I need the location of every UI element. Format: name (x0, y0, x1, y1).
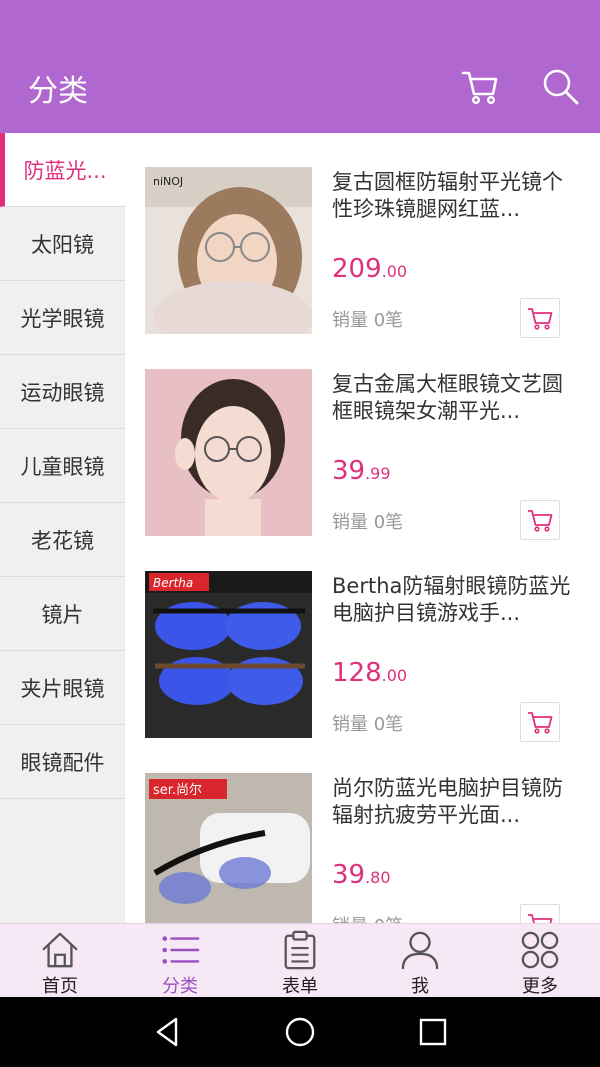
product-name[interactable]: 复古圆框防辐射平光镜个性珍珠镜腿网红蓝... (332, 169, 572, 223)
cart-icon (528, 914, 553, 923)
product-sales: 销量 0笔 (332, 912, 403, 923)
tab-more[interactable]: 更多 (480, 924, 600, 998)
product-price: 39.80 (332, 860, 391, 890)
product-price: 209.00 (332, 254, 408, 284)
product-card[interactable]: Bertha Bertha防辐射眼镜防蓝光电脑护目镜游戏手... 128.00 … (125, 537, 600, 742)
app-header: 分类 (0, 0, 600, 133)
product-name[interactable]: Bertha防辐射眼镜防蓝光电脑护目镜游戏手... (332, 573, 572, 627)
product-image[interactable]: Bertha (145, 571, 312, 738)
sidebar-item-kids-glasses[interactable]: 儿童眼镜 (0, 429, 125, 503)
tab-label: 我 (411, 976, 429, 997)
thumb-brand-text: niNOJ (153, 175, 183, 188)
add-to-cart-button[interactable] (520, 298, 560, 338)
product-sales: 销量 0笔 (332, 512, 404, 533)
search-icon[interactable] (540, 67, 580, 107)
product-card[interactable]: niNOJ 复古圆框防辐射平光镜个性珍珠镜腿网红蓝... 209.00 销量 0… (125, 133, 600, 338)
sidebar-item-sports-glasses[interactable]: 运动眼镜 (0, 355, 125, 429)
tab-label: 表单 (282, 976, 318, 997)
home-circle-icon[interactable] (282, 1014, 318, 1050)
product-sales: 销量 0笔 (332, 714, 404, 735)
product-price: 128.00 (332, 658, 408, 688)
product-name[interactable]: 尚尔防蓝光电脑护目镜防辐射抗疲劳平光面... (332, 775, 572, 829)
tab-me[interactable]: 我 (360, 924, 480, 998)
back-icon[interactable] (150, 1014, 186, 1050)
thumb-brand-text: Bertha (153, 576, 193, 590)
system-nav-bar (0, 997, 600, 1067)
product-image[interactable] (145, 369, 312, 536)
bottom-tab-bar: 首页 分类 表单 我 更多 (0, 923, 600, 997)
tab-label: 更多 (522, 976, 558, 997)
sidebar-item-optical-glasses[interactable]: 光学眼镜 (0, 281, 125, 355)
product-sales: 销量 0笔 (332, 310, 404, 331)
cart-icon (528, 510, 553, 532)
product-list: niNOJ 复古圆框防辐射平光镜个性珍珠镜腿网红蓝... 209.00 销量 0… (125, 133, 600, 923)
add-to-cart-button[interactable] (520, 702, 560, 742)
recents-icon[interactable] (415, 1014, 451, 1050)
add-to-cart-button[interactable] (520, 500, 560, 540)
sidebar-item-reading-glasses[interactable]: 老花镜 (0, 503, 125, 577)
product-name[interactable]: 复古金属大框眼镜文艺圆框眼镜架女潮平光... (332, 371, 572, 425)
home-icon (42, 932, 78, 968)
cart-icon (528, 308, 553, 330)
user-icon (401, 931, 439, 970)
cart-icon[interactable] (460, 67, 500, 107)
product-image[interactable]: ser.尚尔 (145, 773, 312, 923)
tab-category[interactable]: 分类 (120, 924, 240, 998)
add-to-cart-button[interactable] (520, 904, 560, 923)
sidebar-item-accessories[interactable]: 眼镜配件 (0, 725, 125, 799)
sidebar-item-sunglasses[interactable]: 太阳镜 (0, 207, 125, 281)
sidebar-item-lenses[interactable]: 镜片 (0, 577, 125, 651)
product-price: 39.99 (332, 456, 391, 486)
product-image[interactable]: niNOJ (145, 167, 312, 334)
list-icon (162, 936, 200, 964)
category-sidebar: 防蓝光... 太阳镜 光学眼镜 运动眼镜 儿童眼镜 老花镜 镜片 夹片眼镜 眼镜… (0, 133, 125, 923)
cart-icon (528, 712, 553, 734)
tab-label: 分类 (162, 976, 198, 997)
more-icon (521, 931, 559, 969)
sidebar-item-anti-blue-light[interactable]: 防蓝光... (0, 133, 125, 207)
clipboard-icon (284, 930, 316, 970)
sidebar-item-clip-on[interactable]: 夹片眼镜 (0, 651, 125, 725)
product-card[interactable]: 复古金属大框眼镜文艺圆框眼镜架女潮平光... 39.99 销量 0笔 (125, 335, 600, 540)
product-card[interactable]: ser.尚尔 尚尔防蓝光电脑护目镜防辐射抗疲劳平光面... 39.80 销量 0… (125, 739, 600, 923)
tab-label: 首页 (42, 976, 78, 997)
page-title: 分类 (28, 74, 88, 109)
tab-form[interactable]: 表单 (240, 924, 360, 998)
thumb-brand-text: ser.尚尔 (153, 783, 202, 798)
tab-home[interactable]: 首页 (0, 924, 120, 998)
